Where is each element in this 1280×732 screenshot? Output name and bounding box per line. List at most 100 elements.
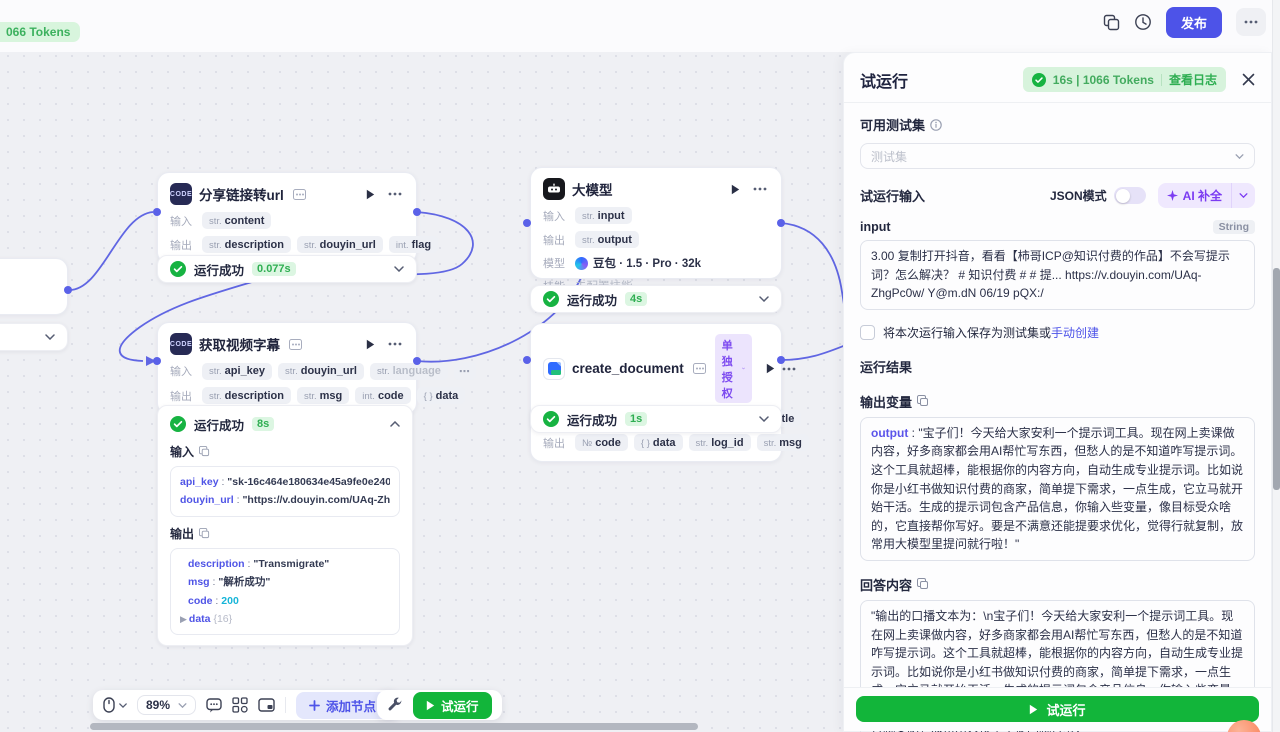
node-run-icon[interactable] bbox=[766, 360, 775, 378]
node-title: 分享链接转url bbox=[199, 184, 284, 204]
manual-create-link[interactable]: 手动创建 bbox=[1051, 326, 1099, 340]
param-pill: { }data bbox=[417, 387, 466, 404]
share-status-bar[interactable]: 运行成功 0.077s bbox=[157, 255, 417, 283]
edge-start-to-share bbox=[68, 212, 153, 290]
param-pill: str.msg bbox=[757, 434, 809, 451]
add-node-button[interactable]: 添加节点 bbox=[296, 692, 389, 719]
param-pill: str.description bbox=[202, 387, 291, 404]
pointer-mode-button[interactable] bbox=[103, 697, 127, 713]
wrench-icon[interactable] bbox=[387, 697, 403, 713]
save-testset-checkbox[interactable] bbox=[860, 325, 875, 340]
zoom-level-select[interactable]: 89% bbox=[137, 695, 196, 715]
node-title: 大模型 bbox=[572, 179, 613, 199]
panel-test-run-button[interactable]: 试运行 bbox=[856, 696, 1259, 722]
node-more-icon[interactable] bbox=[386, 185, 404, 203]
port-llm-in[interactable] bbox=[523, 219, 531, 227]
minimap-icon[interactable] bbox=[258, 698, 275, 712]
copy-icon[interactable] bbox=[917, 578, 929, 590]
port-share-in[interactable] bbox=[153, 208, 161, 216]
doc-status-bar[interactable]: 运行成功 1s bbox=[530, 405, 782, 433]
edge-doc-out bbox=[781, 345, 846, 360]
comment-icon[interactable] bbox=[206, 698, 222, 713]
close-icon[interactable] bbox=[1242, 73, 1255, 86]
result-output-box: description : "Transmigrate" msg : "解析成功… bbox=[170, 548, 400, 636]
param-pill: { }data bbox=[634, 434, 683, 451]
param-pill: str.api_key bbox=[202, 363, 272, 380]
port-subtitle-out[interactable] bbox=[413, 357, 421, 365]
node-more-icon[interactable] bbox=[751, 180, 769, 198]
expand-caret-icon[interactable]: ▶ bbox=[180, 614, 187, 624]
input-type-badge: String bbox=[1213, 220, 1255, 234]
more-params-icon[interactable]: ⋯ bbox=[454, 362, 476, 380]
port-llm-out[interactable] bbox=[777, 219, 785, 227]
top-bar bbox=[0, 0, 1280, 52]
node-run-icon[interactable] bbox=[726, 180, 744, 198]
testset-select[interactable]: 测试集 bbox=[860, 143, 1255, 169]
panel-title: 试运行 bbox=[860, 68, 1013, 92]
node-run-icon[interactable] bbox=[361, 185, 379, 203]
node-run-icon[interactable] bbox=[361, 335, 379, 353]
node-tag-icon bbox=[293, 189, 306, 200]
port-subtitle-in[interactable] bbox=[153, 357, 161, 365]
param-pill: str.content bbox=[202, 212, 271, 229]
param-pill: str.log_id bbox=[689, 434, 751, 451]
chevron-down-icon[interactable] bbox=[45, 334, 55, 340]
port-doc-out[interactable] bbox=[777, 356, 785, 364]
run-result-pill: 16s | 1066 Tokens 查看日志 bbox=[1023, 67, 1226, 92]
auth-badge[interactable]: 单独授权 bbox=[715, 334, 752, 403]
sparkle-icon bbox=[1167, 190, 1178, 201]
auto-layout-icon[interactable] bbox=[232, 697, 248, 713]
horizontal-scrollbar[interactable] bbox=[90, 723, 698, 730]
node-create-document[interactable]: create_document 单独授权 输入 str.content str.… bbox=[530, 323, 782, 462]
start-node-status[interactable] bbox=[0, 323, 68, 351]
plus-icon bbox=[309, 700, 320, 711]
topbar-more-button[interactable] bbox=[1236, 8, 1266, 36]
info-icon[interactable] bbox=[930, 119, 942, 131]
node-llm[interactable]: 大模型 输入 str.input 输出 str.output 模型 豆包 · 1… bbox=[530, 167, 782, 279]
param-pill: str.description bbox=[202, 236, 291, 253]
page-scrollbar-thumb[interactable] bbox=[1273, 268, 1280, 490]
chevron-down-icon[interactable] bbox=[759, 416, 769, 422]
doubao-model-icon bbox=[575, 257, 588, 270]
chevron-down-icon bbox=[1235, 154, 1244, 159]
port-share-out[interactable] bbox=[413, 208, 421, 216]
copy-icon[interactable] bbox=[199, 528, 210, 539]
port-doc-in[interactable] bbox=[523, 356, 531, 364]
edge-llm-out bbox=[781, 223, 846, 324]
chevron-down-icon bbox=[1239, 193, 1248, 198]
chevron-down-icon[interactable] bbox=[759, 296, 769, 302]
duration-badge: 4s bbox=[625, 292, 647, 306]
llm-status-bar[interactable]: 运行成功 4s bbox=[530, 285, 782, 313]
node-tag-icon bbox=[693, 363, 706, 374]
ai-complete-button[interactable]: AI 补全 bbox=[1158, 183, 1231, 208]
play-icon bbox=[1029, 704, 1038, 715]
param-pill: str.douyin_url bbox=[278, 363, 364, 380]
code-node-icon: CODE bbox=[170, 183, 192, 205]
param-pill: str.output bbox=[575, 231, 639, 248]
node-tag-icon bbox=[289, 339, 302, 350]
success-check-icon bbox=[1032, 73, 1046, 87]
node-more-icon[interactable] bbox=[386, 335, 404, 353]
node-share-link[interactable]: CODE 分享链接转url 输入 str.content 输出 str.desc… bbox=[157, 172, 417, 264]
start-node-partial[interactable] bbox=[0, 258, 68, 315]
publish-button[interactable]: 发布 bbox=[1166, 7, 1222, 38]
view-log-link[interactable]: 查看日志 bbox=[1169, 71, 1217, 88]
chevron-down-icon bbox=[119, 703, 127, 708]
ai-complete-menu-button[interactable] bbox=[1231, 183, 1255, 208]
history-icon[interactable] bbox=[1134, 13, 1152, 31]
json-mode-toggle[interactable] bbox=[1114, 187, 1146, 204]
code-node-icon: CODE bbox=[170, 333, 192, 355]
chevron-up-icon[interactable] bbox=[390, 421, 400, 427]
node-get-subtitle[interactable]: CODE 获取视频字幕 输入 str.api_key str.douyin_ur… bbox=[157, 322, 417, 415]
duration-badge: 0.077s bbox=[252, 262, 296, 276]
copy-icon[interactable] bbox=[917, 395, 929, 407]
duplicate-icon[interactable] bbox=[1103, 14, 1120, 31]
copy-icon[interactable] bbox=[199, 446, 210, 457]
node-title: 获取视频字幕 bbox=[199, 334, 280, 354]
input-field[interactable]: 3.00 复制打开抖音，看看【柿哥ICP@知识付费的作品】不会写提示词？怎么解决… bbox=[860, 240, 1255, 310]
duration-badge: 8s bbox=[252, 417, 274, 431]
test-run-button[interactable]: 试运行 bbox=[413, 692, 492, 719]
port-start-out[interactable] bbox=[64, 286, 72, 294]
chevron-down-icon[interactable] bbox=[394, 266, 404, 272]
param-pill: str.language bbox=[370, 363, 448, 380]
